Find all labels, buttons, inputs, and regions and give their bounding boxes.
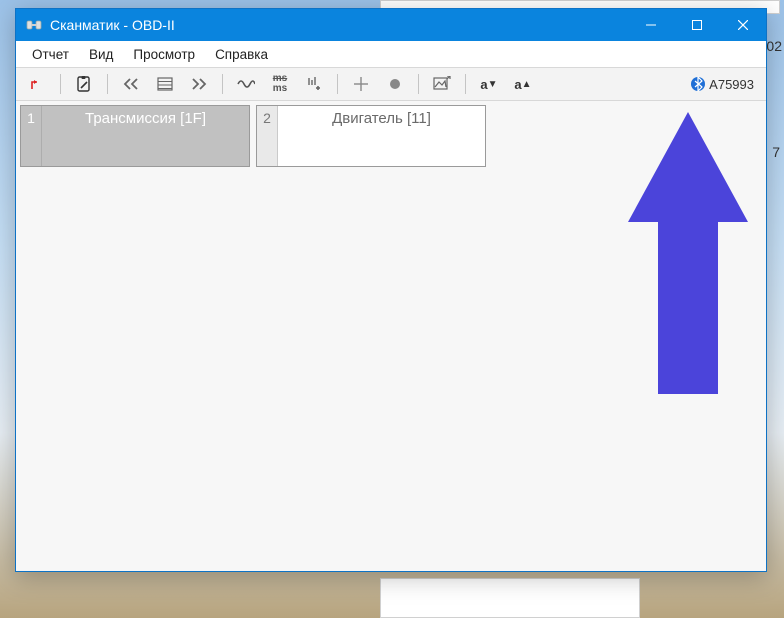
param-card-label: Трансмиссия [1F]: [42, 106, 249, 166]
add-sample-icon[interactable]: [299, 72, 329, 96]
bluetooth-icon: [691, 75, 705, 93]
param-card-engine[interactable]: 2 Двигатель [11]: [256, 105, 486, 167]
menubar: Отчет Вид Просмотр Справка: [16, 41, 766, 68]
param-card-label: Двигатель [11]: [278, 106, 485, 166]
toolbar-sep: [60, 74, 61, 94]
bg-text-frag2: 7: [772, 144, 780, 160]
menu-browse[interactable]: Просмотр: [123, 44, 205, 65]
prev-page-icon[interactable]: [116, 72, 146, 96]
waveform-icon[interactable]: [231, 72, 261, 96]
bluetooth-code: A75993: [709, 77, 754, 92]
titlebar[interactable]: Сканматик - OBD-II: [16, 9, 766, 41]
sort-asc-icon[interactable]: a▲: [508, 72, 538, 96]
sort-desc-icon[interactable]: a▼: [474, 72, 504, 96]
image-export-icon[interactable]: [427, 72, 457, 96]
menu-report[interactable]: Отчет: [22, 44, 79, 65]
toolbar-sep: [418, 74, 419, 94]
toolbar: ms ms: [16, 68, 766, 101]
app-window: Сканматик - OBD-II Отчет Вид Просмотр Сп…: [15, 8, 767, 572]
window-title: Сканматик - OBD-II: [50, 17, 175, 33]
toolbar-sep: [337, 74, 338, 94]
record-icon[interactable]: [380, 72, 410, 96]
toolbar-sep: [222, 74, 223, 94]
ms-label-2: ms: [273, 84, 287, 94]
ms-units-icon[interactable]: ms ms: [265, 72, 295, 96]
param-cards: 1 Трансмиссия [1F] 2 Двигатель [11]: [20, 105, 486, 167]
content-area: 1 Трансмиссия [1F] 2 Двигатель [11]: [16, 101, 766, 571]
next-page-icon[interactable]: [184, 72, 214, 96]
clipboard-edit-icon[interactable]: [69, 72, 99, 96]
param-card-transmission[interactable]: 1 Трансмиссия [1F]: [20, 105, 250, 167]
bg-panel-bottom: [380, 578, 640, 618]
minimize-button[interactable]: [628, 9, 674, 41]
param-card-index: 1: [21, 106, 42, 166]
app-icon: [26, 17, 42, 33]
maximize-button[interactable]: [674, 9, 720, 41]
exit-icon[interactable]: [22, 72, 52, 96]
menu-help[interactable]: Справка: [205, 44, 278, 65]
toolbar-sep: [107, 74, 108, 94]
toolbar-sep: [465, 74, 466, 94]
param-card-index: 2: [257, 106, 278, 166]
bg-text-frag1: 02: [766, 38, 782, 54]
menu-view[interactable]: Вид: [79, 44, 123, 65]
list-view-icon[interactable]: [150, 72, 180, 96]
bluetooth-status[interactable]: A75993: [691, 75, 760, 93]
close-button[interactable]: [720, 9, 766, 41]
target-icon[interactable]: [346, 72, 376, 96]
